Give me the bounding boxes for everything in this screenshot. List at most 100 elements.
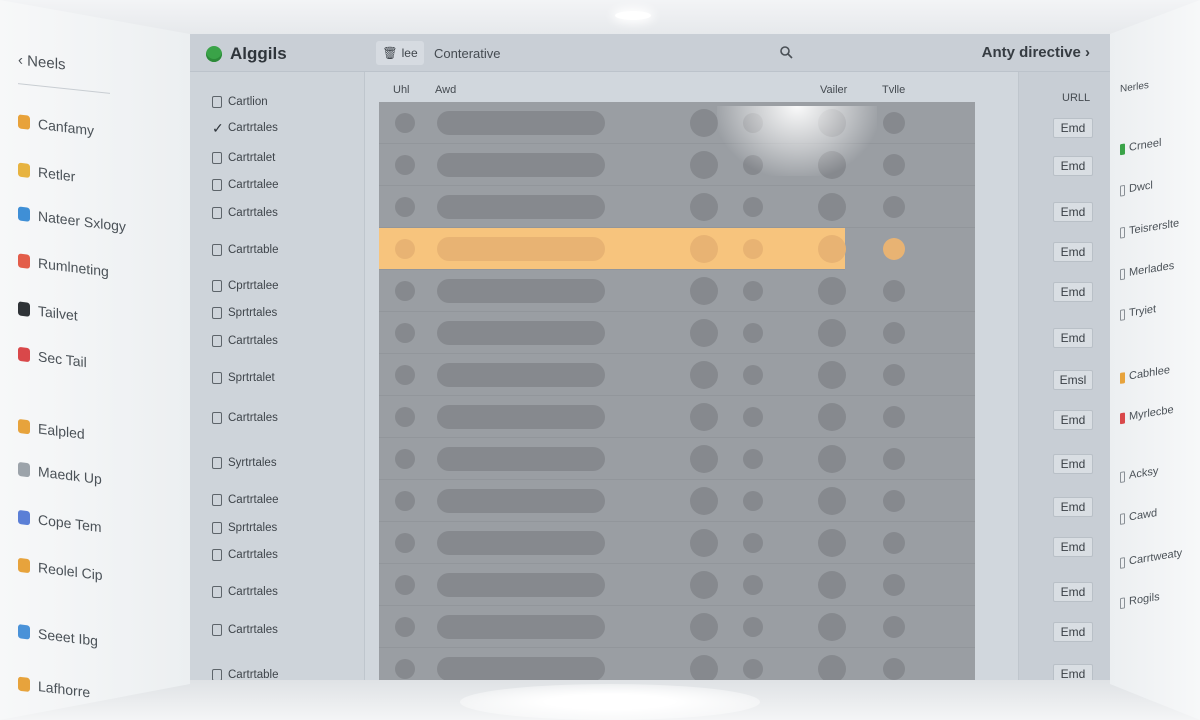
table-row[interactable]: [379, 186, 975, 228]
app-icon: [18, 301, 30, 317]
table-row[interactable]: [379, 606, 975, 648]
row-action-button[interactable]: Emd: [1053, 622, 1093, 642]
right-nav-item[interactable]: Crneel: [1120, 137, 1161, 156]
table-row[interactable]: [379, 438, 975, 480]
sidebar-item[interactable]: Cartlion: [212, 96, 268, 108]
row-action-button[interactable]: Emd: [1053, 328, 1093, 348]
left-nav-item[interactable]: Seeet Ibg: [18, 623, 98, 649]
ceiling-light: [615, 11, 651, 20]
sidebar-item[interactable]: Cartrtales: [212, 412, 278, 424]
right-nav-item[interactable]: Tryiet: [1120, 303, 1156, 321]
row-action-button[interactable]: Emd: [1053, 282, 1093, 302]
sidebar-item[interactable]: Sprtrtales: [212, 522, 277, 534]
table-row-selected[interactable]: [379, 228, 905, 270]
sidebar-item[interactable]: Cartrtales: [212, 207, 278, 219]
row-status-placeholder: [690, 151, 718, 179]
left-nav-item[interactable]: Canfamy: [18, 113, 94, 139]
search-input[interactable]: Conterative: [434, 46, 500, 61]
row-avatar-placeholder: [395, 155, 415, 175]
sidebar-item[interactable]: Cprtrtalee: [212, 280, 279, 292]
table-row[interactable]: [379, 522, 975, 564]
left-nav-item[interactable]: Nateer Sxlogy: [18, 205, 126, 235]
right-nav-label: Acksy: [1129, 464, 1159, 482]
sidebar-item[interactable]: Cartrtales: [212, 586, 278, 598]
table-row[interactable]: [379, 396, 975, 438]
row-status-placeholder: [690, 445, 718, 473]
row-flag-placeholder: [743, 659, 763, 679]
right-nav-item[interactable]: Dwcl: [1120, 179, 1153, 197]
sidebar-item[interactable]: Cartrtable: [212, 669, 279, 680]
row-action-button[interactable]: Emd: [1053, 664, 1093, 680]
checkbox-icon: [212, 307, 222, 319]
sidebar-item[interactable]: Cartrtales: [212, 549, 278, 561]
table-row[interactable]: [379, 354, 975, 396]
tab-chip[interactable]: 🗑 lee: [376, 41, 424, 65]
left-nav-item[interactable]: Reolel Cip: [18, 557, 103, 583]
table-row[interactable]: [379, 144, 975, 186]
back-button[interactable]: ‹ Neels: [18, 52, 66, 74]
column-header-1[interactable]: Uhl: [393, 84, 410, 96]
row-action-button[interactable]: Emd: [1053, 582, 1093, 602]
search-icon[interactable]: [779, 45, 793, 59]
sidebar: Cartlion ✓ Cartrtales Cartrtalet Cartrtalee C…: [190, 72, 365, 680]
sidebar-item[interactable]: Cartrtales: [212, 335, 278, 347]
row-action-button[interactable]: Emsl: [1053, 370, 1093, 390]
row-avatar-placeholder: [395, 407, 415, 427]
column-header-2[interactable]: Awd: [435, 84, 456, 96]
right-nav-item[interactable]: Carrtweaty: [1120, 547, 1182, 569]
right-nav-item[interactable]: Teisrerslte: [1120, 217, 1179, 239]
sidebar-item[interactable]: Cartrtales: [212, 624, 278, 636]
sidebar-item-label: Cartrtalee: [228, 179, 279, 191]
row-action-button[interactable]: Emd: [1053, 242, 1093, 262]
sidebar-item[interactable]: Cartrtalet: [212, 152, 275, 164]
directive-link[interactable]: Anty directive ›: [982, 44, 1090, 61]
checkbox-icon: [212, 372, 222, 384]
row-action-button[interactable]: Emd: [1053, 156, 1093, 176]
app-icon: [18, 557, 30, 574]
table-row[interactable]: [379, 648, 975, 680]
right-nav-item[interactable]: Merlades: [1120, 260, 1174, 281]
right-nav-item[interactable]: Rogils: [1120, 591, 1160, 609]
table-row[interactable]: [379, 270, 975, 312]
sidebar-item[interactable]: Cartrtalee: [212, 494, 279, 506]
sidebar-item[interactable]: Syrtrtales: [212, 457, 277, 469]
table-row[interactable]: [379, 480, 975, 522]
sidebar-item-label: Sprtrtales: [228, 522, 278, 534]
left-wall-panel: ‹ Neels Canfamy Retler Nateer Sxlogy Rumlne…: [0, 0, 190, 720]
sidebar-item[interactable]: Sprtrtalet: [212, 372, 275, 384]
column-header-url[interactable]: URLL: [1062, 92, 1090, 104]
right-nav-item[interactable]: Acksy: [1120, 465, 1158, 483]
left-nav-item[interactable]: Maedk Up: [18, 461, 102, 487]
sidebar-item[interactable]: ✓ Cartrtales: [212, 121, 278, 135]
left-nav-item[interactable]: Retler: [18, 161, 75, 185]
column-header-4[interactable]: Tvlle: [882, 84, 905, 96]
row-action-button[interactable]: Emd: [1053, 454, 1093, 474]
sidebar-item[interactable]: Cartrtalee: [212, 179, 279, 191]
table-row[interactable]: [379, 102, 975, 144]
column-header-3[interactable]: Vailer: [820, 84, 847, 96]
row-action-button[interactable]: Emd: [1053, 537, 1093, 557]
left-nav-item[interactable]: Rumlneting: [18, 252, 109, 280]
row-text-placeholder: [437, 153, 605, 177]
right-nav-item[interactable]: Cawd: [1120, 507, 1157, 525]
left-nav-item[interactable]: Lafhorre: [18, 676, 90, 700]
status-dot-icon: [1120, 371, 1125, 384]
right-nav-item[interactable]: Myrlecbe: [1120, 404, 1174, 424]
row-action-button[interactable]: Emd: [1053, 410, 1093, 430]
left-nav-item[interactable]: Ealpled: [18, 418, 85, 442]
left-nav-item[interactable]: Sec Tail: [18, 346, 87, 370]
sidebar-item[interactable]: Cartrtable: [212, 244, 279, 256]
table-row[interactable]: [379, 312, 975, 354]
sidebar-item-label: Cartrtales: [228, 122, 278, 134]
row-action-button[interactable]: Emd: [1053, 202, 1093, 222]
left-nav-item[interactable]: Cope Tem: [18, 509, 102, 535]
row-text-placeholder: [437, 195, 605, 219]
checkbox-icon: [212, 244, 222, 256]
row-value-placeholder: [818, 403, 846, 431]
row-action-button[interactable]: Emd: [1053, 497, 1093, 517]
left-nav-item[interactable]: Tailvet: [18, 300, 78, 324]
row-action-button[interactable]: Emd: [1053, 118, 1093, 138]
sidebar-item[interactable]: Sprtrtales: [212, 307, 277, 319]
right-nav-item[interactable]: Cabhlee: [1120, 364, 1170, 384]
table-row[interactable]: [379, 564, 975, 606]
